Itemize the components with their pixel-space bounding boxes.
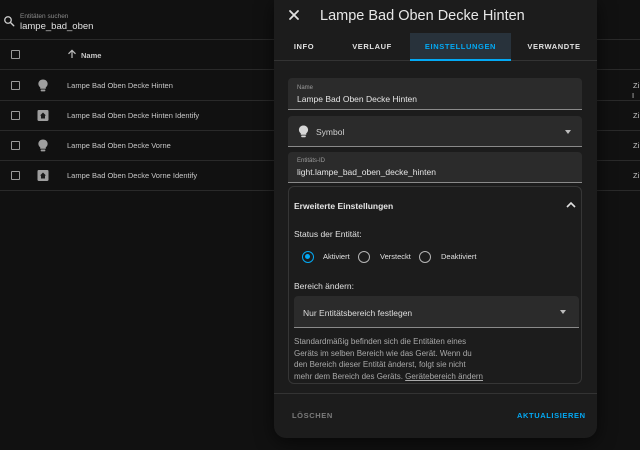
- area-help-text: Standardmäßig befinden sich die Entitäte…: [294, 336, 574, 382]
- advanced-settings-panel: Erweiterte Einstellungen Status der Enti…: [288, 186, 582, 384]
- row-area: Zi: [633, 171, 640, 180]
- search-input[interactable]: lampe_bad_oben: [20, 21, 93, 32]
- update-button[interactable]: AKTUALISIEREN: [517, 411, 586, 420]
- device-area-link[interactable]: Gerätebereich ändern: [405, 372, 483, 381]
- icon-picker-label: Symbol: [316, 127, 345, 137]
- entity-settings-dialog: Lampe Bad Oben Decke Hinten INFO VERLAUF…: [274, 0, 597, 438]
- help-line: Standardmäßig befinden sich die Entitäte…: [294, 337, 467, 346]
- radio-hidden[interactable]: [358, 251, 370, 263]
- row-checkbox[interactable]: [11, 171, 20, 180]
- radio-enabled-label[interactable]: Aktiviert: [323, 252, 350, 261]
- tab-info[interactable]: INFO: [274, 33, 334, 61]
- status-label: Status der Entität:: [294, 229, 362, 239]
- area-select[interactable]: Nur Entitätsbereich festlegen: [294, 296, 579, 328]
- tab-related[interactable]: VERWANDTE: [511, 33, 597, 61]
- radio-enabled[interactable]: [302, 251, 314, 263]
- row-area: Zi: [633, 81, 640, 90]
- dialog-tabs: INFO VERLAUF EINSTELLUNGEN VERWANDTE: [274, 33, 597, 61]
- dialog-title: Lampe Bad Oben Decke Hinten: [320, 8, 525, 24]
- row-name: Lampe Bad Oben Decke Hinten: [67, 81, 173, 90]
- icon-picker[interactable]: Symbol: [288, 116, 582, 147]
- row-checkbox[interactable]: [11, 111, 20, 120]
- row-area: Zi: [633, 141, 640, 150]
- entity-id-field[interactable]: Entitäts-ID light.lampe_bad_oben_decke_h…: [288, 152, 582, 183]
- column-header-name[interactable]: Name: [81, 51, 101, 60]
- delete-button[interactable]: LÖSCHEN: [292, 411, 333, 420]
- close-icon[interactable]: [286, 7, 302, 23]
- sort-ascending-icon[interactable]: [67, 49, 77, 59]
- chevron-up-icon[interactable]: [565, 200, 577, 210]
- row-area: Zi: [633, 111, 640, 120]
- radio-hidden-label[interactable]: Versteckt: [380, 252, 411, 261]
- identify-icon: [37, 110, 49, 121]
- select-all-checkbox[interactable]: [11, 50, 20, 59]
- chevron-down-icon[interactable]: [565, 130, 571, 134]
- tab-settings[interactable]: EINSTELLUNGEN: [410, 33, 511, 61]
- area-select-value: Nur Entitätsbereich festlegen: [303, 308, 413, 318]
- row-name: Lampe Bad Oben Decke Vorne Identify: [67, 171, 198, 180]
- help-line: den Bereich dieser Entität änderst, folg…: [294, 360, 466, 369]
- lightbulb-icon: [38, 79, 48, 92]
- help-line: Geräts im selben Bereich wie das Gerät. …: [294, 348, 472, 358]
- advanced-settings-title[interactable]: Erweiterte Einstellungen: [294, 201, 393, 211]
- lightbulb-icon: [38, 139, 48, 152]
- help-line-last: mehr dem Bereich des Geräts. Geräteberei…: [294, 371, 574, 383]
- row-name: Lampe Bad Oben Decke Hinten Identify: [67, 111, 200, 120]
- lightbulb-icon: [298, 125, 309, 138]
- entity-id-label: Entitäts-ID: [297, 158, 326, 164]
- search-label: Entitäten suchen: [20, 13, 69, 20]
- dialog-footer: LÖSCHEN AKTUALISIEREN: [274, 393, 597, 438]
- entity-id-value[interactable]: light.lampe_bad_oben_decke_hinten: [297, 167, 436, 177]
- area-label: Bereich ändern:: [294, 281, 355, 291]
- radio-disabled[interactable]: [419, 251, 431, 263]
- settings-content[interactable]: Name Lampe Bad Oben Decke Hinten Symbol …: [274, 62, 597, 392]
- chevron-down-icon[interactable]: [560, 310, 566, 314]
- tab-history[interactable]: VERLAUF: [334, 33, 410, 61]
- search-icon: [4, 16, 15, 27]
- row-checkbox[interactable]: [11, 81, 20, 90]
- row-name: Lampe Bad Oben Decke Vorne: [67, 141, 171, 150]
- name-field-label: Name: [297, 85, 314, 91]
- row-checkbox[interactable]: [11, 141, 20, 150]
- name-field-value[interactable]: Lampe Bad Oben Decke Hinten: [297, 94, 417, 104]
- name-field[interactable]: Name Lampe Bad Oben Decke Hinten: [288, 78, 582, 110]
- help-line-text: mehr dem Bereich des Geräts.: [294, 371, 403, 381]
- radio-disabled-label[interactable]: Deaktiviert: [441, 252, 476, 261]
- identify-icon: [37, 170, 49, 181]
